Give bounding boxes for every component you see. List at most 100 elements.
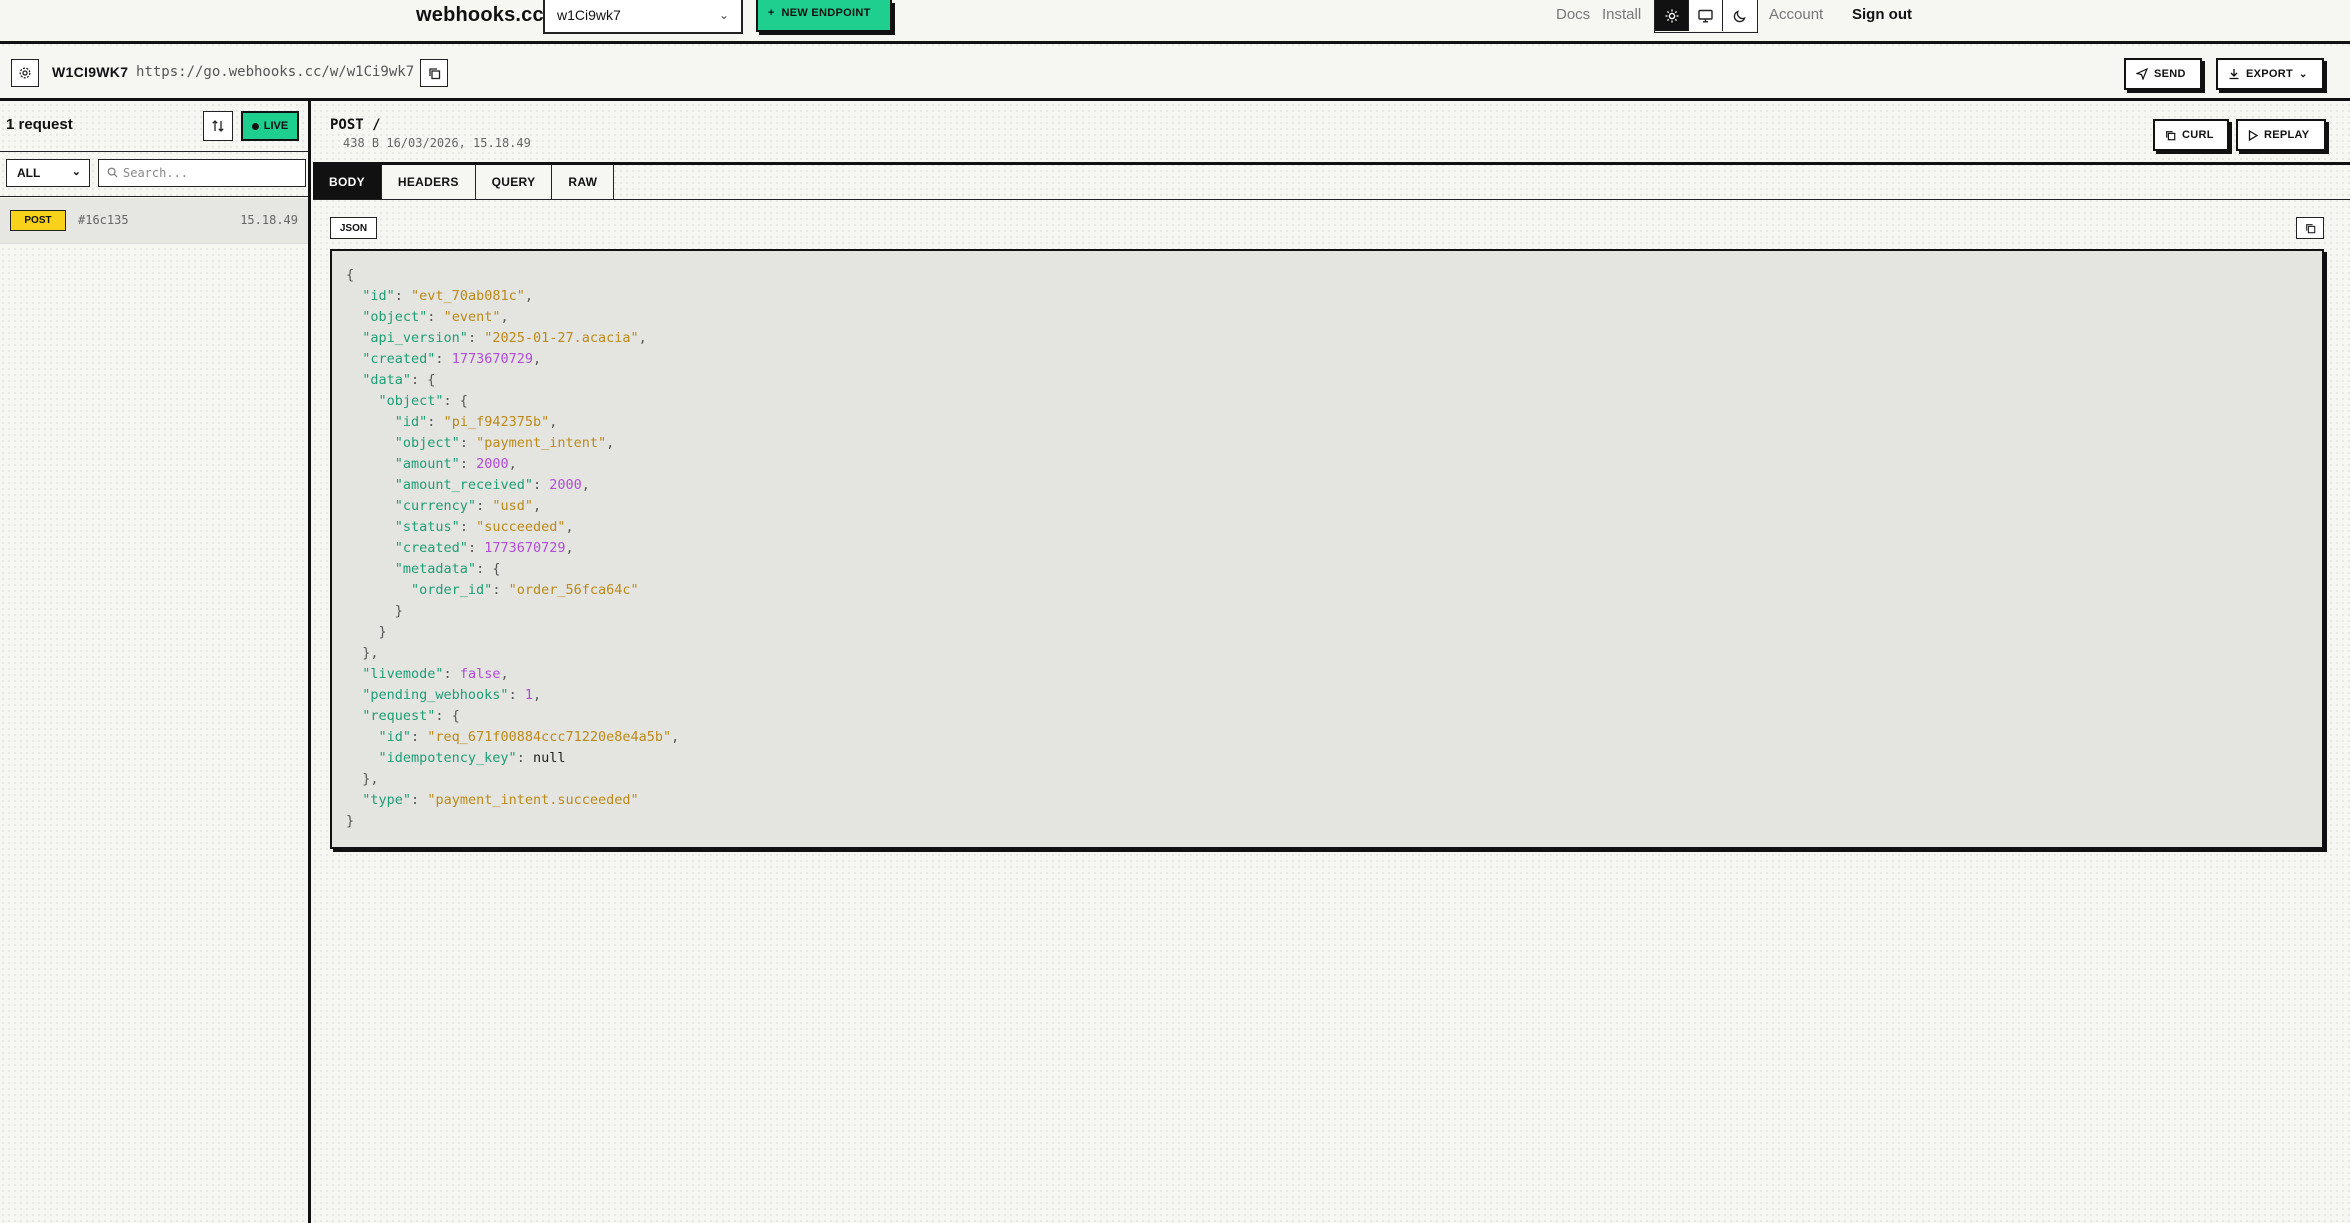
json-body-viewer: { "id": "evt_70ab081c", "object": "event… [330, 249, 2324, 849]
format-tag: JSON [330, 217, 377, 239]
code-token: , [532, 687, 542, 703]
endpoint-select[interactable]: w1Ci9wk7 ⌄ [543, 0, 743, 34]
theme-dark-button[interactable] [1723, 0, 1757, 31]
send-label: SEND [2154, 68, 2186, 80]
code-token: 2000 [476, 456, 509, 472]
nav-link-install[interactable]: Install [1602, 6, 1641, 23]
code-token: "payment_intent.succeeded" [427, 792, 639, 808]
brand-logo[interactable]: webhooks.cc [416, 4, 544, 27]
code-token: "idempotency_key" [378, 750, 517, 766]
copy-body-button[interactable] [2296, 217, 2324, 239]
code-token: "status" [394, 519, 460, 535]
code-token: , [532, 351, 542, 367]
divider [313, 199, 2350, 200]
curl-label: CURL [2182, 129, 2214, 141]
copy-url-button[interactable] [420, 59, 448, 87]
tab-raw[interactable]: RAW [552, 165, 615, 199]
send-icon [2136, 68, 2148, 80]
code-token: "livemode" [362, 666, 444, 682]
theme-system-button[interactable] [1689, 0, 1723, 31]
code-token: "currency" [394, 498, 477, 514]
code-token: , [671, 729, 680, 745]
code-token: } [346, 624, 387, 640]
code-token: false [459, 666, 501, 682]
code-token: : [435, 351, 452, 367]
code-token: : [476, 498, 493, 514]
divider [0, 151, 308, 152]
code-line: } [346, 601, 2308, 622]
code-token: : [427, 414, 444, 430]
chevron-down-icon: ⌄ [2299, 68, 2308, 80]
code-token: : { [443, 393, 468, 409]
code-line: }, [346, 643, 2308, 664]
code-token: "object" [378, 393, 444, 409]
nav-link-docs[interactable]: Docs [1556, 6, 1590, 23]
code-token: , [606, 435, 615, 451]
code-token: "evt_70ab081c" [411, 288, 525, 304]
code-token: 1773670729 [451, 351, 533, 367]
code-token: "usd" [492, 498, 533, 514]
code-token: : [459, 519, 477, 535]
code-token: }, [346, 771, 379, 787]
moon-icon [1733, 9, 1746, 22]
code-token: }, [346, 645, 379, 661]
endpoint-settings-button[interactable] [11, 59, 39, 87]
copy-icon [2305, 223, 2315, 233]
code-line: "type": "payment_intent.succeeded" [346, 790, 2308, 811]
code-token: : [394, 288, 412, 304]
curl-button[interactable]: CURL [2153, 119, 2229, 151]
replay-button[interactable]: REPLAY [2236, 119, 2326, 151]
copy-icon [428, 67, 440, 79]
request-time: 15.18.49 [240, 213, 298, 227]
method-badge: POST [10, 210, 66, 231]
code-line: "id": "evt_70ab081c", [346, 286, 2308, 307]
sort-button[interactable] [203, 111, 233, 141]
code-token: : [459, 456, 477, 472]
code-line: "object": { [346, 391, 2308, 412]
replay-label: REPLAY [2264, 129, 2310, 141]
tab-headers[interactable]: HEADERS [381, 165, 476, 199]
sign-out-link[interactable]: Sign out [1852, 6, 1912, 23]
code-token: "type" [362, 792, 412, 808]
code-line: "created": 1773670729, [346, 349, 2308, 370]
tab-query[interactable]: QUERY [475, 165, 553, 199]
endpoint-name: W1CI9WK7 [52, 64, 129, 80]
live-dot-icon [251, 122, 259, 130]
code-token: "event" [443, 309, 501, 325]
code-token: 1773670729 [484, 540, 566, 556]
new-endpoint-label: NEW ENDPOINT [781, 7, 871, 19]
code-token: : [467, 540, 485, 556]
endpoint-url: https://go.webhooks.cc/w/w1Ci9wk7 [136, 64, 415, 80]
code-token: "succeeded" [476, 519, 566, 535]
export-button[interactable]: EXPORT ⌄ [2216, 58, 2324, 90]
send-button[interactable]: SEND [2124, 58, 2202, 90]
live-toggle-button[interactable]: LIVE [241, 111, 299, 141]
code-token: "metadata" [394, 561, 477, 577]
code-token: , [581, 477, 590, 493]
code-line: "idempotency_key": null [346, 748, 2308, 769]
live-label: LIVE [263, 120, 289, 132]
endpoint-bar: W1CI9WK7 https://go.webhooks.cc/w/w1Ci9w… [0, 46, 2350, 101]
copy-icon [2166, 130, 2176, 140]
search-icon [107, 167, 118, 178]
new-endpoint-button[interactable]: + NEW ENDPOINT [756, 0, 892, 32]
code-token: , [549, 414, 558, 430]
nav-link-account[interactable]: Account [1769, 6, 1823, 23]
theme-light-button[interactable] [1655, 0, 1689, 31]
tab-body[interactable]: BODY [313, 165, 382, 199]
search-input[interactable]: Search... [98, 159, 306, 187]
code-token: "object" [362, 309, 428, 325]
sort-arrows-icon [212, 120, 224, 132]
code-line: "amount_received": 2000, [346, 475, 2308, 496]
code-token: , [565, 519, 574, 535]
code-token: , [524, 288, 533, 304]
request-list-item[interactable]: POST #16c135 15.18.49 [0, 198, 308, 244]
method-filter-select[interactable]: ALL ⌄ [6, 159, 90, 187]
code-token: "order_id" [411, 582, 493, 598]
